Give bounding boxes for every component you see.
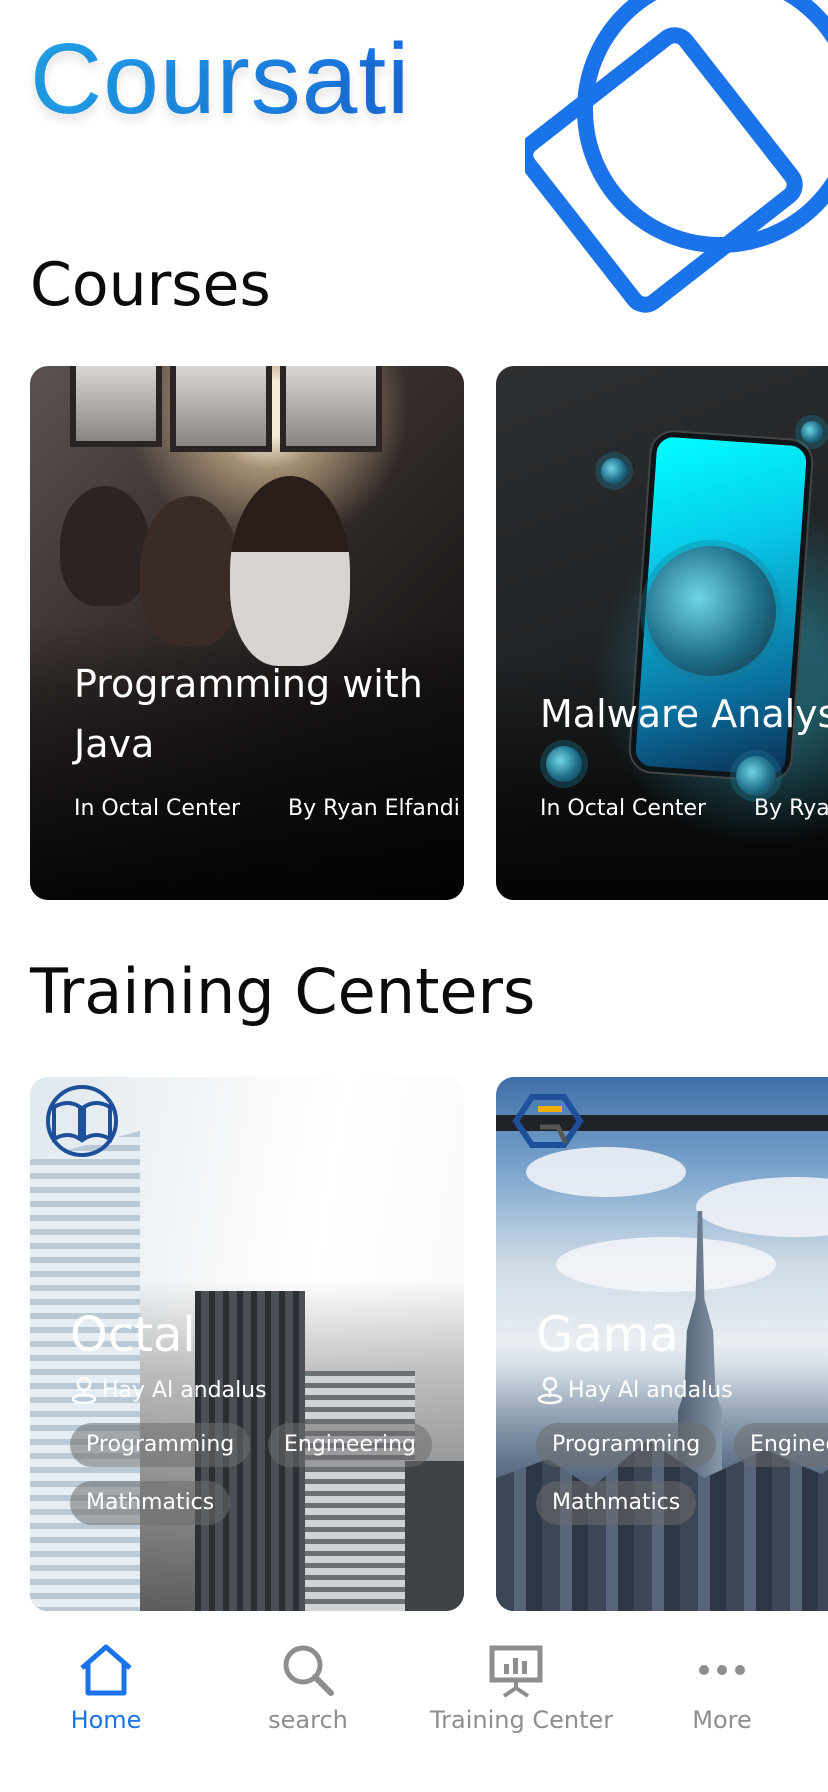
training-centers-section-title: Training Centers	[30, 955, 536, 1028]
virus-illustration	[736, 756, 776, 796]
student-silhouette	[60, 486, 150, 606]
book-globe-icon	[46, 1085, 118, 1157]
center-name: Gama	[536, 1307, 679, 1363]
tag-chip: Programming	[70, 1423, 251, 1467]
course-card[interactable]: Programming with Java In Octal Center By …	[30, 366, 464, 900]
course-card[interactable]: Malware Analysis In Octal Center By Ryan…	[496, 366, 828, 900]
course-center: In Octal Center	[74, 796, 241, 821]
window-shape	[70, 366, 162, 447]
student-silhouette	[140, 496, 240, 646]
nav-more[interactable]: More	[672, 1642, 772, 1734]
building-shape	[305, 1371, 415, 1611]
tag-chip: Mathmatics	[536, 1481, 697, 1525]
window-shape	[170, 366, 272, 452]
center-location: Hay Al andalus	[536, 1375, 733, 1405]
building-shape	[405, 1461, 464, 1611]
virus-illustration	[546, 746, 582, 782]
nav-training-center[interactable]: Training Center	[430, 1642, 614, 1734]
nav-home-label: Home	[70, 1706, 142, 1734]
home-icon	[80, 1644, 132, 1696]
app-title: Coursati	[30, 23, 411, 135]
center-location: Hay Al andalus	[70, 1375, 267, 1405]
cloud-shape	[556, 1237, 776, 1292]
tag-chip: Mathmatics	[70, 1481, 231, 1525]
training-center-card[interactable]: Octal Hay Al andalus Programming Enginee…	[30, 1077, 464, 1611]
nav-home[interactable]: Home	[56, 1642, 156, 1734]
nav-more-label: More	[692, 1706, 752, 1734]
virus-illustration	[646, 546, 776, 676]
training-centers-carousel[interactable]: Octal Hay Al andalus Programming Enginee…	[30, 1077, 828, 1612]
building-shape	[30, 1131, 140, 1611]
window-shape	[280, 366, 382, 452]
training-center-card[interactable]: Gama Hay Al andalus Programming Engineer…	[496, 1077, 828, 1611]
nav-training-center-label: Training Center	[430, 1706, 614, 1734]
center-location-label: Hay Al andalus	[102, 1377, 267, 1403]
course-title: Programming with Java	[74, 662, 423, 766]
location-person-icon	[71, 1376, 97, 1405]
center-name: Octal	[70, 1307, 196, 1363]
courses-carousel[interactable]: Programming with Java In Octal Center By …	[30, 366, 828, 901]
tag-chip: Programming	[536, 1423, 717, 1467]
student-silhouette	[230, 476, 350, 666]
location-person-icon	[537, 1376, 563, 1405]
course-author: By Ryan Elfandi	[288, 796, 460, 821]
tag-chip: Engineering	[734, 1423, 828, 1467]
bottom-navigation: Home search Training Center More	[0, 1642, 828, 1792]
course-author: By Ryan Elfandi	[754, 796, 828, 821]
course-title: Malware Analysis	[540, 692, 828, 736]
nav-search-label: search	[268, 1706, 348, 1734]
nav-search[interactable]: search	[258, 1642, 358, 1734]
app-logo-icon	[525, 0, 828, 313]
center-location-label: Hay Al andalus	[568, 1377, 733, 1403]
virus-illustration	[801, 421, 823, 443]
course-center: In Octal Center	[540, 796, 707, 821]
hexagon-g-icon	[512, 1094, 584, 1148]
more-dots-icon	[699, 1665, 745, 1675]
presentation-board-icon	[489, 1645, 543, 1698]
tag-chip: Engineering	[268, 1423, 432, 1467]
courses-section-title: Courses	[30, 250, 271, 320]
virus-illustration	[601, 458, 627, 484]
search-icon	[283, 1645, 334, 1696]
